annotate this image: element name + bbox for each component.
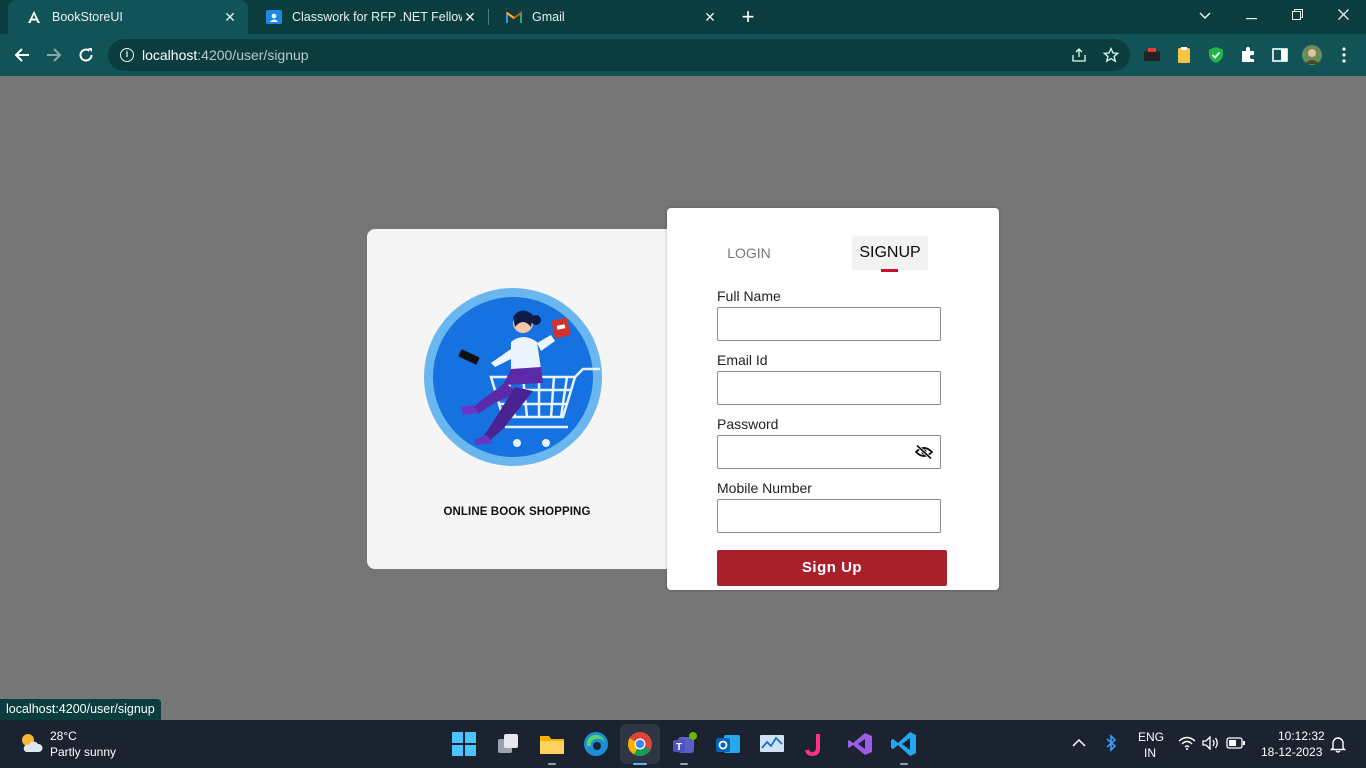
weather-temperature[interactable]: 28°C [50,729,77,743]
full-name-input[interactable] [718,308,940,340]
minimize-icon[interactable] [1228,0,1274,32]
tab-title: Gmail [532,10,565,24]
restore-icon[interactable] [1274,0,1320,32]
browser-tab-gmail[interactable]: Gmail ✕ [488,0,728,34]
address-bar[interactable]: i localhost:4200/user/signup [108,39,1130,71]
file-explorer-icon[interactable] [538,730,566,758]
url-host: localhost [142,47,198,63]
active-tab-indicator [881,269,898,272]
partly-sunny-icon[interactable] [18,730,44,756]
tab-title: Classwork for RFP .NET Fellowsh [292,10,462,24]
sign-up-button[interactable]: Sign Up [717,550,947,586]
browser-tab-strip: BookStoreUI ✕ Classwork for RFP .NET Fel… [0,0,1366,34]
brand-card: ONLINE BOOK SHOPPING [367,229,687,569]
bluetooth-icon[interactable] [1104,734,1118,752]
svg-text:T: T [676,742,682,753]
side-panel-icon[interactable] [1270,45,1290,65]
forward-icon[interactable] [42,43,66,67]
close-tab-icon[interactable]: ✕ [222,9,238,26]
vscode-icon[interactable] [890,730,918,758]
mobile-label: Mobile Number [717,480,812,496]
extension-clipboard-icon[interactable] [1174,45,1194,65]
close-window-icon[interactable] [1320,0,1366,32]
extension-shield-icon[interactable] [1206,45,1226,65]
input-language[interactable]: ENG [1138,730,1164,744]
notification-bell-icon[interactable] [1330,735,1346,753]
new-tab-button[interactable]: + [737,4,759,30]
full-name-label: Full Name [717,288,781,304]
brand-name: ONLINE BOOK SHOPPING [443,506,591,518]
password-label: Password [717,416,779,432]
teams-icon[interactable]: T [670,730,698,758]
bookmark-star-icon[interactable] [1102,46,1120,65]
windows-start-icon[interactable] [450,730,478,758]
gmail-icon [506,9,522,25]
browser-menu-icon[interactable] [1334,45,1354,65]
share-icon[interactable] [1070,47,1088,65]
browser-tab-bookstore[interactable]: BookStoreUI ✕ [8,0,248,34]
full-name-field-box [717,307,941,341]
site-info-icon[interactable]: i [120,48,134,62]
extensions-puzzle-icon[interactable] [1238,45,1258,65]
reload-icon[interactable] [74,43,98,67]
show-hidden-icons-chevron-icon[interactable] [1072,738,1086,748]
running-indicator [900,763,908,765]
tab-login[interactable]: LOGIN [719,236,779,270]
tab-signup[interactable]: SIGNUP [852,236,928,270]
email-field-box [717,371,941,405]
windows-taskbar: 28°C Partly sunny T ENG IN 10:12:32 18-1… [0,720,1366,768]
input-region[interactable]: IN [1144,746,1156,760]
shopping-cart-illustration [424,288,602,466]
running-indicator [548,763,556,765]
wifi-icon[interactable] [1178,736,1196,750]
email-input[interactable] [718,372,940,404]
running-indicator [680,763,688,765]
password-field-box [717,435,941,469]
chrome-browser-icon[interactable] [626,730,654,758]
close-tab-icon[interactable]: ✕ [462,9,478,26]
browser-tab-classwork[interactable]: Classwork for RFP .NET Fellowsh ✕ [248,0,488,34]
mobile-field-box [717,499,941,533]
url-path: :4200/user/signup [197,47,309,63]
task-view-icon[interactable] [494,730,522,758]
password-input[interactable] [718,436,940,468]
intellij-icon[interactable] [802,730,830,758]
outlook-icon[interactable] [714,730,742,758]
tab-title: BookStoreUI [52,10,123,24]
tab-search-icon[interactable] [1182,0,1228,32]
edge-browser-icon[interactable] [582,730,610,758]
email-label: Email Id [717,352,768,368]
mobile-input[interactable] [718,500,940,532]
hide-password-eye-icon[interactable] [914,444,934,460]
battery-icon[interactable] [1226,737,1246,749]
profile-avatar[interactable] [1302,45,1322,65]
close-tab-icon[interactable]: ✕ [702,9,718,26]
back-icon[interactable] [10,43,34,67]
extension-camera-icon[interactable] [1142,45,1162,65]
classroom-icon [266,9,282,25]
link-status-bubble: localhost:4200/user/signup [0,699,161,720]
angular-icon [26,9,42,25]
running-indicator [633,763,647,765]
signup-form-card: LOGIN SIGNUP Full Name Email Id Password… [667,208,999,590]
clock-date[interactable]: 18-12-2023 [1261,745,1322,759]
weather-description[interactable]: Partly sunny [50,745,116,759]
volume-icon[interactable] [1202,736,1220,750]
visual-studio-icon[interactable] [846,730,874,758]
browser-toolbar: i localhost:4200/user/signup [0,34,1366,76]
performance-monitor-icon[interactable] [758,730,786,758]
clock-time[interactable]: 10:12:32 [1278,729,1325,743]
